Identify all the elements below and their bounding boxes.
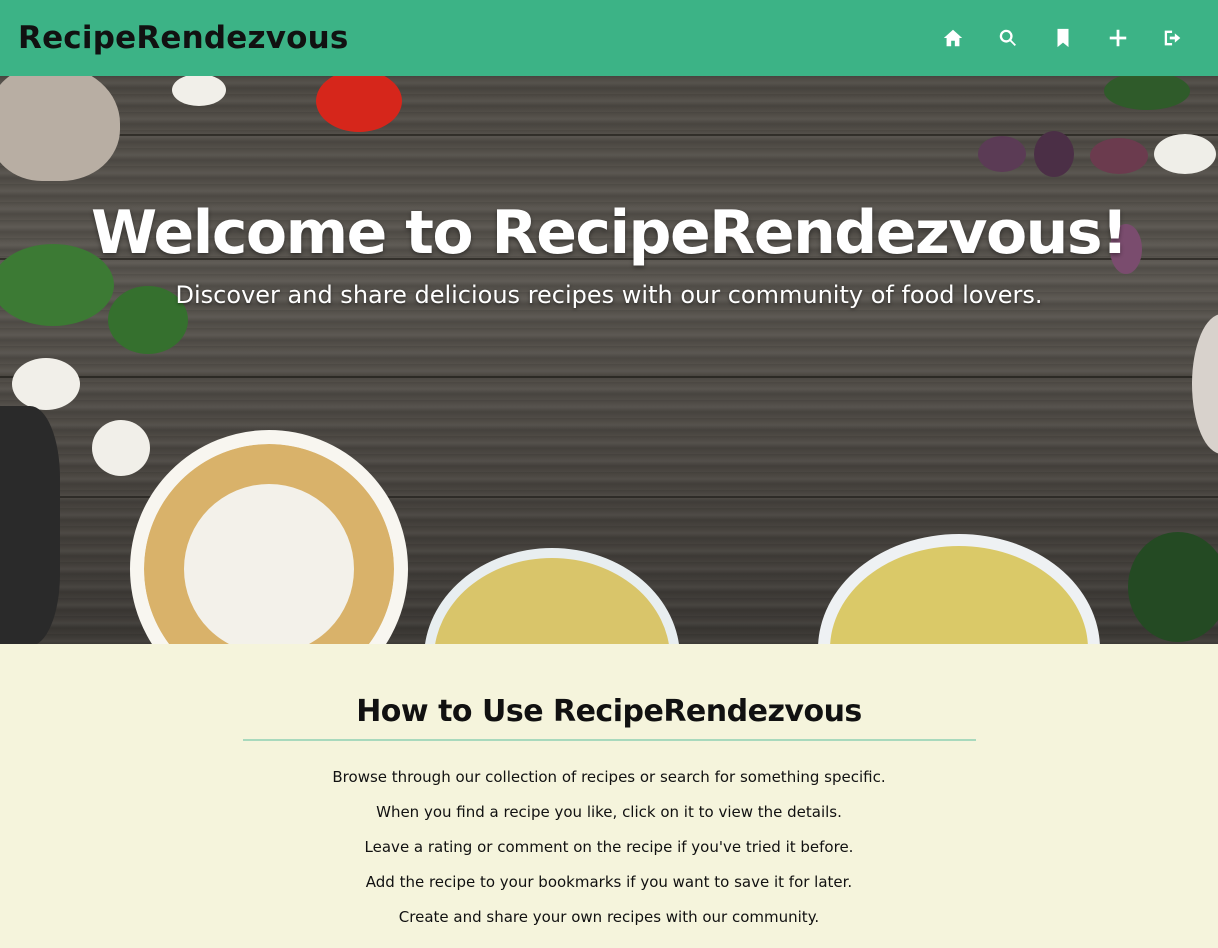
pot-image — [0, 406, 60, 644]
couscous-bowl-image — [424, 548, 680, 644]
tomato-image — [316, 76, 402, 132]
home-icon — [943, 29, 962, 47]
step-item: Browse through our collection of recipes… — [332, 768, 886, 786]
hero-subtitle: Discover and share delicious recipes wit… — [175, 281, 1043, 309]
wood-plank-seam — [0, 376, 1218, 378]
add-recipe-button[interactable] — [1090, 18, 1145, 58]
how-to-section: How to Use RecipeRendezvous Browse throu… — [0, 644, 1218, 948]
garlic-bag-image — [0, 76, 120, 181]
steps-list: Browse through our collection of recipes… — [0, 768, 1218, 943]
home-button[interactable] — [925, 18, 980, 58]
hero-banner: Welcome to RecipeRendezvous! Discover an… — [0, 76, 1218, 644]
spinach-leaf-image — [1128, 532, 1218, 642]
beans-image — [978, 136, 1026, 172]
wood-plank-seam — [0, 134, 1218, 136]
logout-icon — [1164, 30, 1180, 46]
bean-image — [172, 76, 226, 106]
leaf-image — [1104, 76, 1190, 110]
garlic-image — [1192, 314, 1218, 454]
step-item: Add the recipe to your bookmarks if you … — [365, 873, 853, 891]
brand-logo[interactable]: RecipeRendezvous — [18, 20, 349, 56]
nav-icons — [925, 18, 1200, 58]
bean-image — [1154, 134, 1216, 174]
plus-icon — [1109, 29, 1126, 47]
couscous-plate-image — [818, 534, 1100, 644]
bookmark-icon — [1057, 28, 1068, 48]
step-item: Leave a rating or comment on the recipe … — [364, 838, 854, 856]
step-item: When you find a recipe you like, click o… — [376, 803, 842, 821]
search-button[interactable] — [980, 18, 1035, 58]
beans-image — [1090, 138, 1148, 174]
section-divider — [243, 739, 976, 741]
bookmarks-button[interactable] — [1035, 18, 1090, 58]
logout-button[interactable] — [1145, 18, 1200, 58]
hero-title: Welcome to RecipeRendezvous! — [91, 198, 1128, 268]
pasta-bowl-image — [130, 430, 408, 644]
step-item: Create and share your own recipes with o… — [398, 908, 820, 926]
search-icon — [999, 29, 1016, 46]
bean-image — [92, 420, 150, 476]
beans-image — [1034, 131, 1074, 177]
top-navbar: RecipeRendezvous — [0, 0, 1218, 76]
section-title: How to Use RecipeRendezvous — [356, 694, 862, 729]
bean-image — [12, 358, 80, 410]
